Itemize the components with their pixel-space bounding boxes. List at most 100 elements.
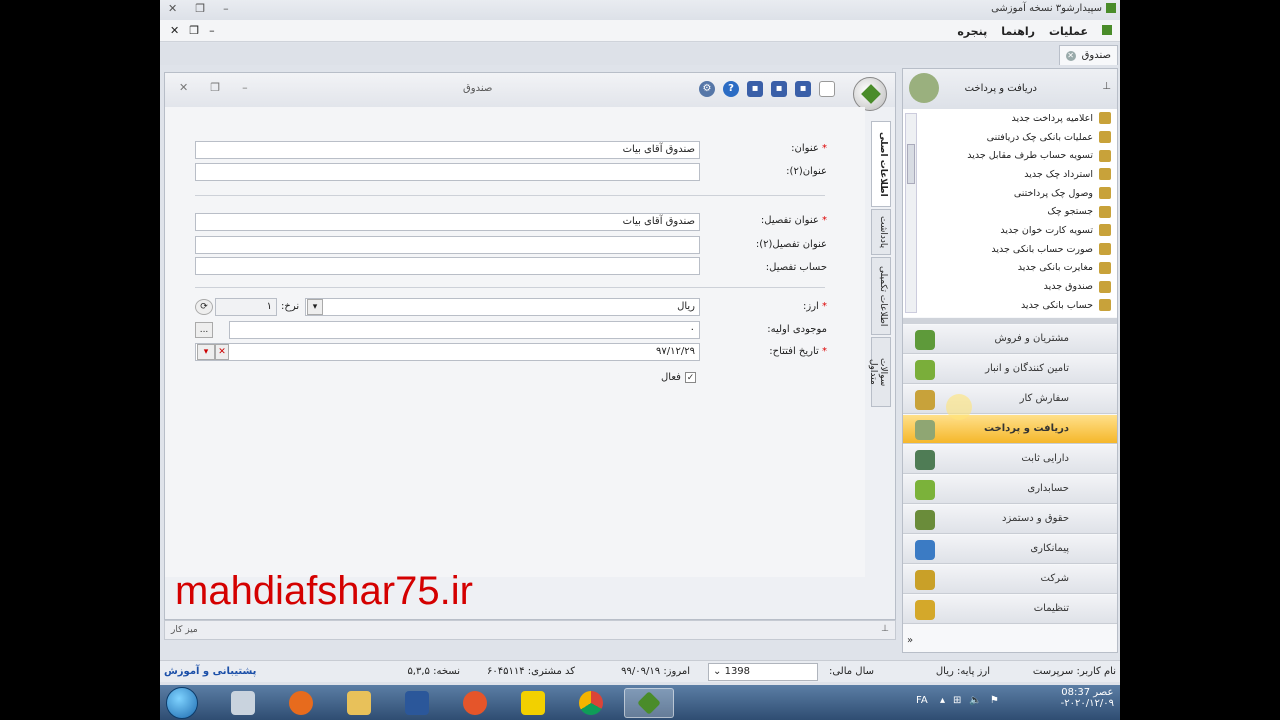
app-title: سپیدارشو۳ نسخه آموزشی	[991, 3, 1102, 14]
pin-icon[interactable]: ⊥	[1102, 81, 1111, 92]
tab-cashbox[interactable]: صندوق ✕	[1058, 45, 1118, 65]
tray-chevron-icon[interactable]: ▴	[940, 695, 945, 706]
desk-bar: میز کار ⊥	[164, 620, 896, 640]
tab-faq[interactable]: سوالات متداول	[868, 337, 891, 407]
title-field[interactable]: صندوق آقای بیات	[195, 141, 700, 159]
language-indicator[interactable]: FA	[916, 695, 928, 706]
module-item[interactable]: دریافت و پرداخت	[903, 415, 1117, 444]
form-close-icon[interactable]: ✕	[179, 81, 188, 94]
module-item[interactable]: مشتریان و فروش	[903, 325, 1117, 354]
tab-extra-info[interactable]: اطلاعات تکمیلی	[871, 257, 891, 335]
menu-logo-icon[interactable]	[1102, 25, 1112, 35]
taskbar-calculator[interactable]	[218, 688, 268, 718]
pin-icon[interactable]: ⊥	[881, 624, 889, 634]
menu-help[interactable]: راهنما	[1001, 25, 1035, 38]
taskbar-sepidar[interactable]	[624, 688, 674, 718]
rate-field[interactable]: ۱	[215, 298, 277, 316]
currency-select[interactable]: ریال	[305, 298, 700, 316]
start-button[interactable]	[166, 687, 198, 719]
task-item[interactable]: جستجو چک	[903, 202, 1117, 221]
module-icon	[915, 420, 935, 440]
calendar-icon[interactable]: ▾	[197, 344, 215, 360]
module-item[interactable]: سفارش کار	[903, 385, 1117, 414]
module-icon	[915, 570, 935, 590]
taskbar-app-y[interactable]	[508, 688, 558, 718]
help-icon[interactable]: ?	[723, 81, 739, 97]
browse-button[interactable]: ...	[195, 322, 213, 338]
opening-date-field[interactable]: ۹۷/۱۲/۲۹	[195, 343, 700, 361]
taskbar-word[interactable]	[392, 688, 442, 718]
module-item[interactable]: شرکت	[903, 565, 1117, 594]
detail-title2-field[interactable]	[195, 236, 700, 254]
task-label: تسویه کارت خوان جدید	[1000, 224, 1093, 236]
initial-balance-field[interactable]: ۰	[229, 321, 700, 339]
expand-icon[interactable]: »	[907, 635, 913, 646]
detail-account-field[interactable]	[195, 257, 700, 275]
watermark-text: mahdiafshar75.ir	[175, 569, 473, 613]
save-close-icon[interactable]: ▪	[747, 81, 763, 97]
module-icon	[915, 480, 935, 500]
scrollbar-thumb[interactable]	[907, 144, 915, 184]
task-item[interactable]: وصول چک پرداختنی	[903, 184, 1117, 203]
action-center-icon[interactable]: ⚑	[990, 695, 999, 706]
navigation-panel: ⊥ دریافت و پرداخت اعلامیه پرداخت جدید عمل…	[902, 68, 1118, 653]
chevron-down-icon[interactable]: ▾	[307, 299, 323, 315]
menu-operations[interactable]: عملیات	[1049, 25, 1088, 38]
task-item[interactable]: صندوق جدید	[903, 277, 1117, 296]
tab-close-icon[interactable]: ✕	[1065, 50, 1076, 61]
title2-field[interactable]	[195, 163, 700, 181]
task-icon	[1099, 168, 1111, 181]
module-item[interactable]: حسابداری	[903, 475, 1117, 504]
close-icon[interactable]: ✕	[168, 2, 177, 15]
panel-splitter[interactable]	[903, 318, 1117, 324]
task-item[interactable]: مغایرت بانکی جدید	[903, 259, 1117, 278]
network-icon[interactable]: ⊞	[953, 695, 961, 706]
mdi-minimize-icon[interactable]: –	[209, 24, 215, 37]
refresh-rate-icon[interactable]: ⟳	[195, 299, 213, 315]
clear-date-icon[interactable]: ✕	[215, 344, 229, 360]
task-item[interactable]: حساب بانکی جدید	[903, 296, 1117, 315]
restore-icon[interactable]: ❐	[195, 2, 205, 15]
mdi-close-icon[interactable]: ✕	[170, 24, 179, 37]
active-checkbox[interactable]: ✓	[685, 372, 696, 383]
save-new-icon[interactable]: ▪	[771, 81, 787, 97]
taskbar-app-orange[interactable]	[450, 688, 500, 718]
task-icon	[1099, 224, 1111, 237]
mdi-restore-icon[interactable]: ❐	[189, 24, 199, 37]
taskbar-firefox[interactable]	[276, 688, 326, 718]
module-item[interactable]: پیمانکاری	[903, 535, 1117, 564]
tab-main-info[interactable]: اطلاعات اصلی	[871, 121, 891, 207]
module-item[interactable]: حقوق و دستمزد	[903, 505, 1117, 534]
task-item[interactable]: اعلامیه پرداخت جدید	[903, 109, 1117, 128]
module-icon	[915, 390, 935, 410]
tab-notes[interactable]: یادداشت	[871, 209, 891, 255]
form-minimize-icon[interactable]: –	[242, 81, 248, 94]
menu-window[interactable]: پنجره	[957, 25, 987, 38]
taskbar-chrome[interactable]	[566, 688, 616, 718]
volume-icon[interactable]: 🔈	[969, 695, 981, 706]
taskbar-explorer[interactable]	[334, 688, 384, 718]
support-link[interactable]: پشتیبانی و آموزش	[164, 666, 256, 677]
settings-icon[interactable]: ⚙	[699, 81, 715, 97]
task-item[interactable]: تسویه کارت خوان جدید	[903, 221, 1117, 240]
minimize-icon[interactable]: –	[223, 2, 229, 15]
required-mark: *	[822, 215, 827, 226]
task-label: مغایرت بانکی جدید	[1017, 262, 1093, 274]
module-item[interactable]: دارایی ثابت	[903, 445, 1117, 474]
new-doc-icon[interactable]	[819, 81, 835, 97]
task-list-scrollbar[interactable]	[905, 113, 917, 313]
module-item[interactable]: تامین کنندگان و انبار	[903, 355, 1117, 384]
clock[interactable]: عصر 08:37 ۲۰۲۰/۱۲/۰۹-	[1061, 687, 1114, 709]
task-item[interactable]: صورت حساب بانکی جدید	[903, 240, 1117, 259]
module-item[interactable]: تنظیمات	[903, 595, 1117, 624]
task-item[interactable]: تسویه حساب طرف مقابل جدید	[903, 146, 1117, 165]
save-icon[interactable]: ▪	[795, 81, 811, 97]
module-label: سفارش کار	[1019, 393, 1069, 404]
task-item[interactable]: استرداد چک جدید	[903, 165, 1117, 184]
task-icon	[1099, 131, 1111, 144]
detail-title-field[interactable]: صندوق آقای بیات	[195, 213, 700, 231]
form-restore-icon[interactable]: ❐	[210, 81, 220, 94]
task-item[interactable]: عملیات بانکی چک دریافتنی	[903, 128, 1117, 147]
form-body: * عنوان: صندوق آقای بیات عنوان(۲): * عنو…	[165, 107, 865, 577]
fiscal-year-select[interactable]: ⌄ 1398	[708, 663, 818, 681]
